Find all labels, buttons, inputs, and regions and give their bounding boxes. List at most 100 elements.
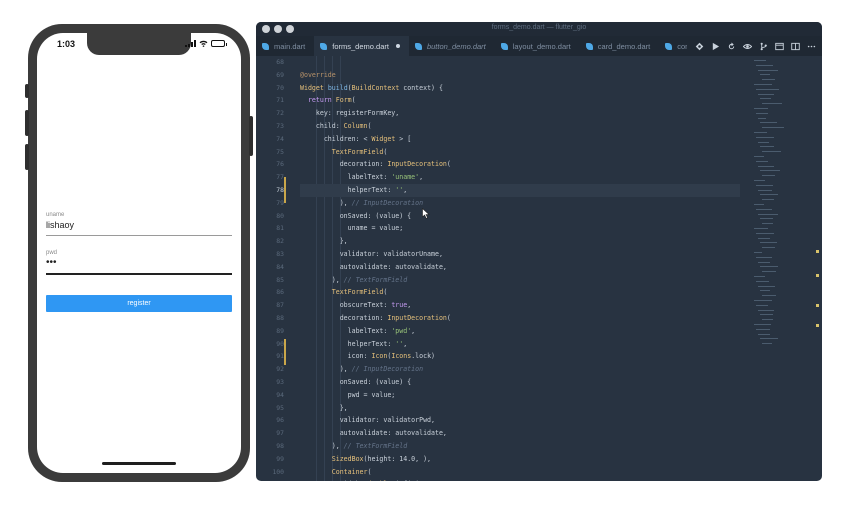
code-line[interactable]: return Form( (300, 94, 740, 107)
code-line[interactable]: onSaved: (value) { (300, 376, 740, 389)
split-editor-icon[interactable] (791, 42, 800, 51)
minimap-line (762, 295, 777, 297)
code-line[interactable]: width: double.infinity, (300, 478, 740, 481)
code-line[interactable]: validator: validatorPwd, (300, 414, 740, 427)
minimap[interactable] (750, 56, 819, 481)
minimap-line (762, 175, 776, 177)
minimap-change-marker (816, 250, 819, 253)
run-icon[interactable] (711, 42, 720, 51)
code-line[interactable]: autovalidate: autovalidate, (300, 261, 740, 274)
line-number: 85 (276, 275, 284, 284)
minimap-line (758, 141, 769, 143)
phone-screen: 1:03 uname lishaoy pwd ••• register (37, 33, 241, 473)
minimap-line (762, 319, 773, 321)
line-number: 80 (276, 211, 284, 220)
code-line[interactable]: TextFormField( (300, 286, 740, 299)
code-line[interactable]: decoration: InputDecoration( (300, 312, 740, 325)
volume-up-button (25, 110, 29, 136)
code-line[interactable]: onSaved: (value) { (300, 210, 740, 223)
code-line[interactable]: ), // TextFormField (300, 274, 740, 287)
code-line[interactable]: child: Column( (300, 120, 740, 133)
code-line[interactable]: autovalidate: autovalidate, (300, 427, 740, 440)
home-indicator[interactable] (102, 462, 176, 465)
code-line[interactable]: ), // TextFormField (300, 440, 740, 453)
code-line[interactable] (300, 56, 740, 69)
code-line[interactable]: Container( (300, 466, 740, 479)
minimap-line (754, 60, 766, 61)
tab-layout_demo-dart[interactable]: layout_demo.dart (495, 36, 580, 56)
code-line[interactable]: Widget build(BuildContext context) { (300, 82, 740, 95)
flutter-icon[interactable] (695, 42, 704, 51)
code-line[interactable]: icon: Icon(Icons.lock) (300, 350, 740, 363)
minimap-change-marker (816, 324, 819, 327)
minimap-line (754, 276, 765, 277)
code-line[interactable]: uname = value; (300, 222, 740, 235)
tab-forms_demo-dart[interactable]: forms_demo.dart (314, 36, 409, 56)
minimap-line (754, 180, 765, 181)
minimap-line (762, 199, 774, 201)
minimap-line (756, 328, 771, 330)
line-number: 95 (276, 403, 284, 412)
tab-main-dart[interactable]: main.dart (256, 36, 314, 56)
minimap-line (762, 151, 782, 153)
minimap-line (760, 146, 775, 148)
pwd-value[interactable]: ••• (46, 258, 232, 270)
screen-root: 1:03 uname lishaoy pwd ••• register form… (0, 0, 850, 506)
line-number: 69 (276, 70, 284, 79)
minimap-line (754, 252, 763, 253)
minimap-line (756, 160, 768, 162)
mute-switch (25, 84, 29, 98)
code-line[interactable]: helperText: '', (300, 338, 740, 351)
code-line[interactable]: }, (300, 402, 740, 415)
line-number: 72 (276, 109, 284, 118)
git-icon[interactable] (759, 42, 768, 51)
uname-field[interactable]: uname lishaoy (46, 212, 232, 236)
minimap-line (756, 208, 772, 210)
code-line[interactable]: @override (300, 69, 740, 82)
code-line[interactable]: helperText: '', (300, 183, 740, 197)
code-area[interactable]: @override Widget build(BuildContext conte… (300, 56, 740, 481)
mouse-pointer-icon (422, 208, 430, 219)
minimap-change-marker (816, 274, 819, 277)
code-line[interactable]: ), // InputDecoration (300, 363, 740, 376)
minimap-line (762, 103, 783, 105)
minimap-line (758, 261, 770, 263)
line-number: 92 (276, 365, 284, 374)
register-button[interactable]: register (46, 295, 232, 312)
tab-button_demo-dart[interactable]: button_demo.dart (409, 36, 495, 56)
minimap-line (760, 194, 778, 196)
line-number: 75 (276, 147, 284, 156)
minimap-line (754, 156, 764, 157)
minimap-line (756, 304, 768, 306)
line-number: 100 (272, 467, 284, 476)
code-line[interactable]: ), // InputDecoration (300, 197, 740, 210)
preview-icon[interactable] (775, 42, 784, 51)
more-icon[interactable] (807, 42, 816, 51)
code-line[interactable]: labelText: 'pwd', (300, 325, 740, 338)
line-number-gutter: 68 69 70 71 72 73 74 75 76 77 78 79 80 81 82 83 84 85 86 87… (256, 56, 286, 481)
code-line[interactable]: }, (300, 235, 740, 248)
minimap-line (760, 290, 770, 292)
uname-value[interactable]: lishaoy (46, 220, 232, 232)
minimap-line (758, 309, 774, 311)
line-number: 84 (276, 262, 284, 271)
unsaved-dot-icon[interactable] (395, 44, 400, 48)
code-line[interactable]: key: registerFormKey, (300, 107, 740, 120)
code-line[interactable]: decoration: InputDecoration( (300, 158, 740, 171)
pwd-field[interactable]: pwd ••• (46, 250, 232, 275)
line-number: 79 (276, 198, 284, 207)
code-line[interactable]: children: < Widget > [ (300, 133, 740, 146)
tab-card_demo-dart[interactable]: card_demo.dart (580, 36, 660, 56)
code-line[interactable]: pwd = value; (300, 389, 740, 402)
dart-file-icon (500, 42, 508, 50)
dart-file-icon (262, 42, 269, 50)
code-line[interactable]: validator: validatorUname, (300, 248, 740, 261)
eye-icon[interactable] (743, 42, 752, 51)
code-line[interactable]: labelText: 'uname', (300, 171, 740, 184)
minimap-line (762, 271, 777, 273)
code-line[interactable]: TextFormField( (300, 146, 740, 159)
refresh-icon[interactable] (727, 41, 736, 51)
code-line[interactable]: obscureText: true, (300, 299, 740, 312)
code-line[interactable]: SizedBox(height: 14.0, ), (300, 453, 740, 466)
line-number: 94 (276, 390, 284, 399)
